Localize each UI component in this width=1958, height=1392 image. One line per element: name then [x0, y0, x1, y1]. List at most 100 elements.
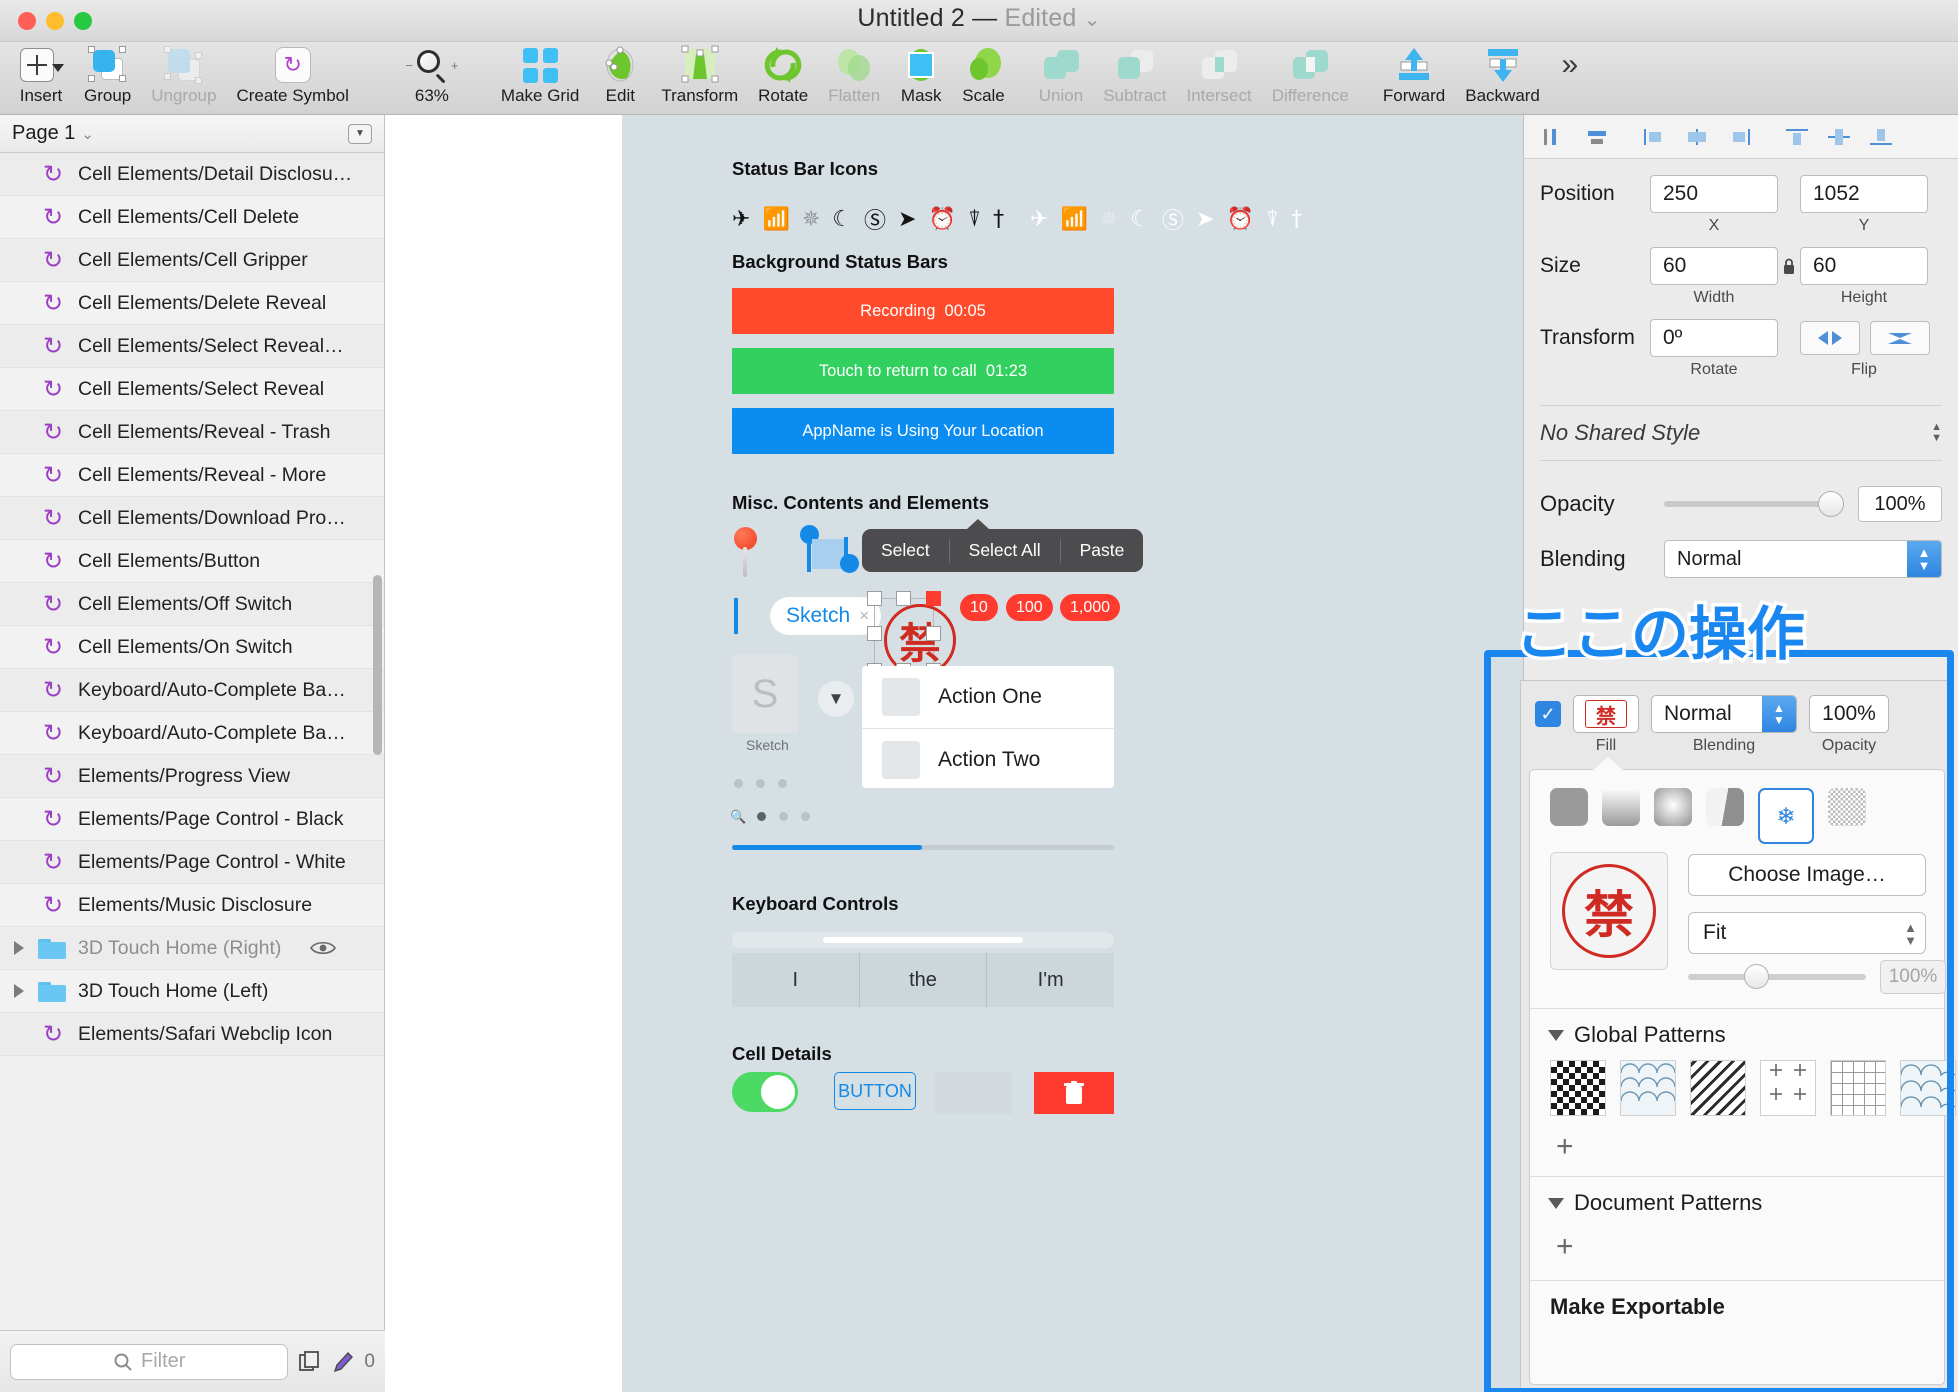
global-patterns-header[interactable]: Global Patterns — [1548, 1022, 1726, 1048]
align-bottom-icon[interactable] — [1860, 122, 1902, 152]
diagonal-pattern-swatch[interactable] — [1690, 1060, 1746, 1116]
fill-opacity-input[interactable]: 100% — [1809, 695, 1889, 733]
toolbar-group-button[interactable]: Group — [74, 42, 141, 112]
toolbar-union-button[interactable]: Union — [1029, 42, 1093, 112]
fill-enabled-checkbox[interactable]: ✓ — [1535, 701, 1561, 727]
toolbar-intersect-button[interactable]: Intersect — [1177, 42, 1262, 112]
align-center-horizontal-icon[interactable] — [1576, 122, 1618, 152]
menu-item-select[interactable]: Select — [862, 529, 949, 572]
zoom-out-button[interactable]: − — [405, 58, 413, 73]
action-sheet[interactable]: Action One Action Two — [862, 666, 1114, 788]
layers-scrollbar[interactable] — [373, 575, 382, 755]
toolbar-make-grid-button[interactable]: Make Grid — [491, 42, 589, 112]
layer-row[interactable]: ↻ Cell Elements/Detail Disclosu… — [0, 153, 384, 196]
fill-blending-stepper-icon[interactable]: ▲ ▼ — [1762, 696, 1796, 732]
pencil-icon[interactable] — [332, 1350, 354, 1374]
select-context-menu[interactable]: Select Select All Paste — [862, 529, 1144, 572]
page-list-toggle-button[interactable]: ▼ — [348, 123, 372, 144]
auto-complete-key[interactable]: I'm — [987, 953, 1115, 1007]
fill-blending-select[interactable]: Normal ▲ ▼ — [1651, 695, 1797, 733]
fill-swatch-button[interactable]: 禁 — [1573, 695, 1639, 733]
angular-gradient-icon[interactable] — [1706, 788, 1744, 826]
align-top-icon[interactable] — [1776, 122, 1818, 152]
toolbar-zoom-control[interactable]: − + 63% — [373, 42, 491, 112]
toolbar-insert-button[interactable]: Insert — [8, 42, 74, 112]
layer-row[interactable]: ↻ Cell Elements/Off Switch — [0, 583, 384, 626]
toolbar-create-symbol-button[interactable]: ↻ Create Symbol — [226, 42, 358, 112]
pattern-fit-stepper-icon[interactable]: ▲ ▼ — [1904, 921, 1917, 947]
pattern-fit-select[interactable]: Fit ▲ ▼ — [1688, 912, 1926, 954]
disclosure-chevron-down-icon[interactable]: ▼ — [818, 681, 854, 717]
toolbar-mask-button[interactable]: Mask — [890, 42, 952, 112]
add-document-pattern-button[interactable]: + — [1556, 1232, 1574, 1262]
resize-handle[interactable] — [867, 591, 882, 606]
layer-row[interactable]: ↻ Cell Elements/Reveal - More — [0, 454, 384, 497]
toolbar-scale-button[interactable]: Scale — [952, 42, 1015, 112]
toolbar-overflow-button[interactable]: » — [1550, 42, 1590, 112]
toolbar-transform-button[interactable]: Transform — [651, 42, 748, 112]
layer-row[interactable]: ↻ Cell Elements/Cell Delete — [0, 196, 384, 239]
resize-handle[interactable] — [926, 626, 941, 641]
toolbar-forward-button[interactable]: Forward — [1373, 42, 1455, 112]
auto-complete-bar[interactable]: I the I'm — [732, 953, 1115, 1007]
layer-row[interactable]: ↻ Cell Elements/Download Pro… — [0, 497, 384, 540]
toolbar-edit-button[interactable]: Edit — [589, 42, 651, 112]
pattern-image-preview[interactable]: 禁 — [1550, 852, 1668, 970]
menu-item-select-all[interactable]: Select All — [950, 529, 1060, 572]
add-global-pattern-button[interactable]: + — [1556, 1132, 1574, 1162]
position-y-input[interactable]: 1052 — [1800, 175, 1928, 213]
noise-fill-icon[interactable] — [1828, 788, 1866, 826]
make-exportable-label[interactable]: Make Exportable — [1550, 1294, 1725, 1320]
pattern-scale-slider[interactable] — [1688, 964, 1866, 989]
layer-row[interactable]: ↻ Cell Elements/Reveal - Trash — [0, 411, 384, 454]
filter-input[interactable]: Filter — [10, 1343, 289, 1380]
distribute-right-icon[interactable] — [1718, 122, 1760, 152]
global-patterns-list[interactable] — [1550, 1060, 1956, 1116]
linear-gradient-icon[interactable] — [1602, 788, 1640, 826]
layer-row[interactable]: ↻ Keyboard/Auto-Complete Ba… — [0, 712, 384, 755]
width-input[interactable]: 60 — [1650, 247, 1778, 285]
document-patterns-header[interactable]: Document Patterns — [1548, 1190, 1762, 1216]
blending-stepper-icon[interactable]: ▲ ▼ — [1907, 541, 1941, 577]
checker-pattern-swatch[interactable] — [1550, 1060, 1606, 1116]
action-row[interactable]: Action Two — [862, 729, 1114, 788]
layer-row[interactable]: ↻ Cell Elements/Select Reveal — [0, 368, 384, 411]
align-left-icon[interactable] — [1534, 122, 1576, 152]
flip-horizontal-icon[interactable] — [1800, 321, 1860, 355]
layer-row[interactable]: ↻ Elements/Progress View — [0, 755, 384, 798]
layer-list[interactable]: ↻ Cell Elements/Detail Disclosu… ↻ Cell Ele… — [0, 153, 384, 1330]
toolbar-difference-button[interactable]: Difference — [1262, 42, 1359, 112]
search-token[interactable]: Sketch × — [770, 597, 882, 635]
alignment-toolbar[interactable] — [1524, 115, 1958, 159]
disclosure-triangle-icon[interactable] — [14, 984, 24, 998]
flip-vertical-icon[interactable] — [1870, 321, 1930, 355]
duplicate-icon[interactable] — [298, 1350, 322, 1374]
fill-type-row[interactable]: ❄ — [1530, 770, 1944, 844]
cross-pattern-swatch[interactable] — [1760, 1060, 1816, 1116]
shared-style-stepper-icon[interactable]: ▲ ▼ — [1931, 422, 1942, 444]
toolbar-subtract-button[interactable]: Subtract — [1093, 42, 1176, 112]
action-row[interactable]: Action One — [862, 666, 1114, 729]
layer-row[interactable]: ↻ Elements/Music Disclosure — [0, 884, 384, 927]
rotate-input[interactable]: 0º — [1650, 319, 1778, 357]
shared-style-row[interactable]: No Shared Style ▲ ▼ — [1540, 405, 1942, 461]
page-control-dots-dark[interactable]: 🔍 — [730, 809, 810, 824]
grid-pattern-swatch[interactable] — [1830, 1060, 1886, 1116]
position-x-input[interactable]: 250 — [1650, 175, 1778, 213]
radial-gradient-icon[interactable] — [1654, 788, 1692, 826]
disclosure-triangle-icon[interactable] — [14, 941, 24, 955]
keyboard-slider[interactable] — [732, 932, 1114, 948]
wave-pattern-swatch[interactable] — [1620, 1060, 1676, 1116]
page-selector-row[interactable]: Page 1 ⌄ ▼ — [0, 115, 384, 153]
layer-row[interactable]: 3D Touch Home (Right) — [0, 927, 384, 970]
resize-handle[interactable] — [926, 591, 941, 606]
flip-buttons[interactable] — [1800, 321, 1930, 355]
page-control-dots-light[interactable] — [734, 779, 787, 788]
align-middle-icon[interactable] — [1818, 122, 1860, 152]
auto-complete-key[interactable]: the — [859, 953, 988, 1007]
toolbar-flatten-button[interactable]: Flatten — [818, 42, 890, 112]
seigaiha-pattern-swatch[interactable] — [1900, 1060, 1956, 1116]
toolbar-rotate-button[interactable]: Rotate — [748, 42, 818, 112]
cell-button[interactable]: BUTTON — [834, 1072, 916, 1110]
layer-row[interactable]: ↻ Elements/Page Control - White — [0, 841, 384, 884]
